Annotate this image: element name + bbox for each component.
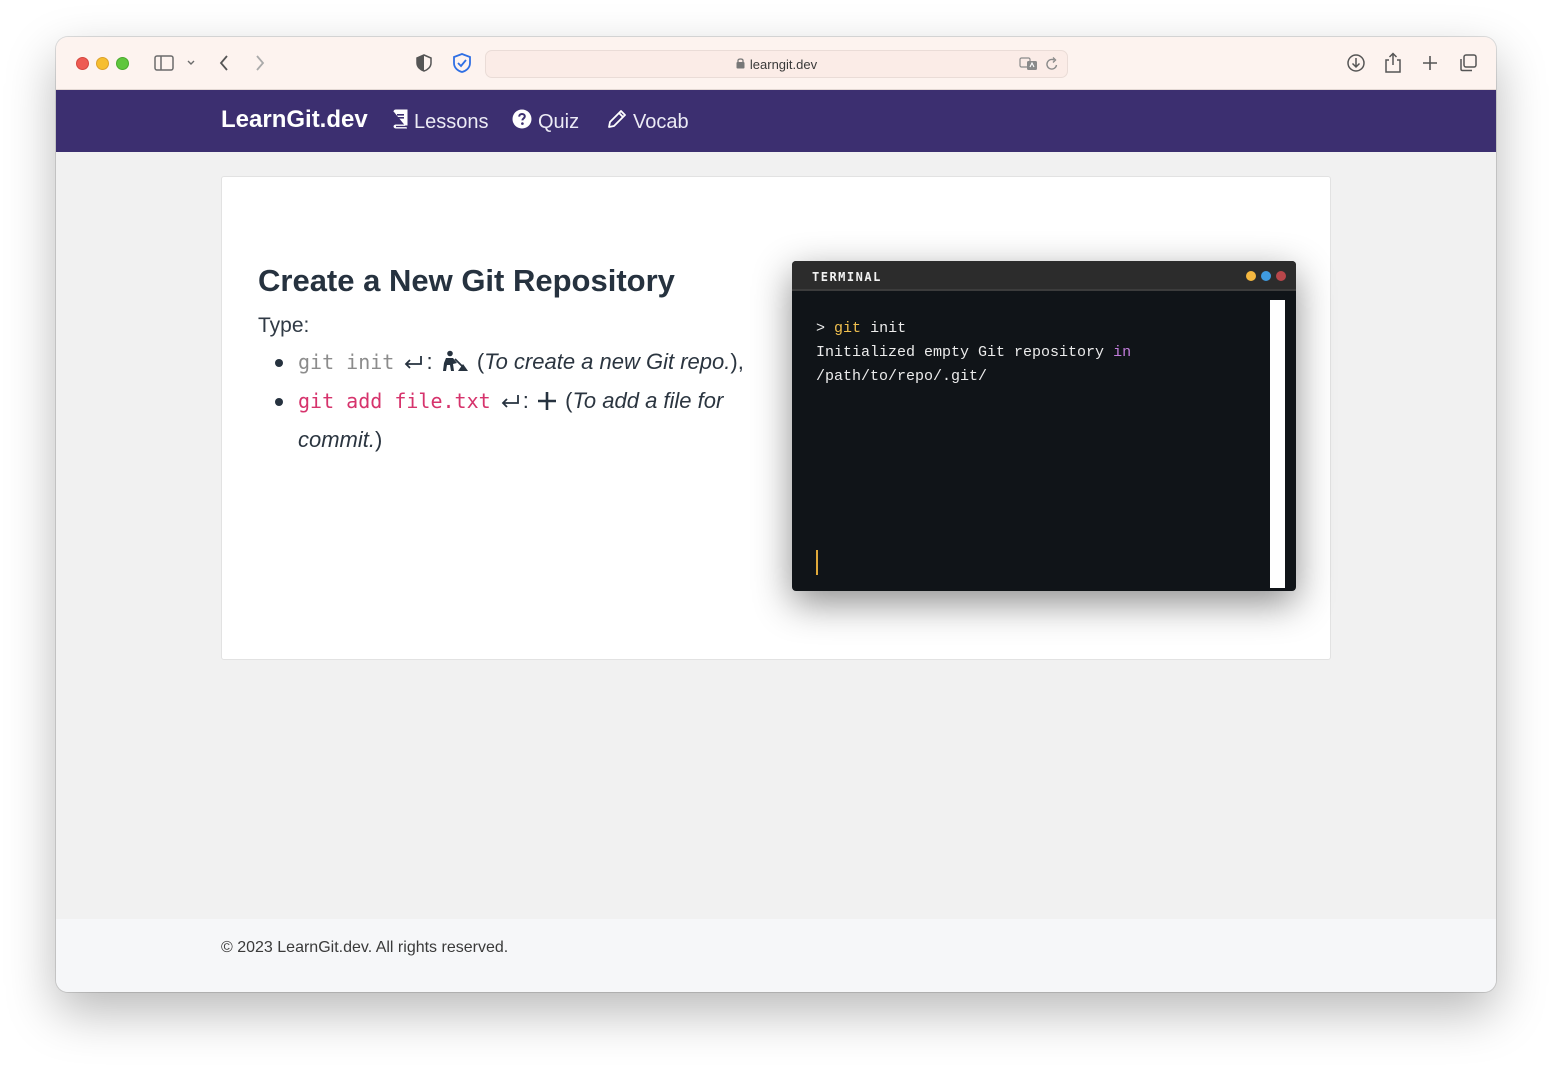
command-text: git init bbox=[298, 350, 395, 374]
address-bar[interactable]: learngit.dev bbox=[485, 50, 1068, 78]
step-suffix: ) bbox=[375, 427, 383, 452]
download-icon[interactable] bbox=[1344, 51, 1368, 75]
terminal-output: > git init Initialized empty Git reposit… bbox=[816, 317, 1256, 389]
separator: : bbox=[426, 349, 433, 374]
nav-item-label: Quiz bbox=[538, 110, 580, 133]
terminal-title: TERMINAL bbox=[812, 270, 882, 284]
nav-item-label: Lessons bbox=[414, 110, 489, 133]
question-circle-icon bbox=[512, 109, 532, 135]
list-item: git init : (To create a new Git repo.), bbox=[258, 344, 768, 383]
bullet bbox=[275, 398, 283, 406]
command-keyword: git bbox=[834, 320, 862, 337]
pencil-icon bbox=[607, 109, 627, 135]
password-manager-icon[interactable] bbox=[452, 51, 472, 75]
lesson-title: Create a New Git Repository bbox=[258, 263, 675, 298]
bullet bbox=[275, 359, 283, 367]
chevron-down-icon[interactable] bbox=[184, 51, 198, 75]
book-icon bbox=[392, 109, 408, 135]
return-key-icon bbox=[499, 386, 521, 422]
reload-icon[interactable] bbox=[1045, 56, 1059, 75]
command-args: init bbox=[870, 320, 907, 337]
terminal-cursor[interactable] bbox=[816, 550, 818, 575]
lock-icon bbox=[736, 57, 745, 72]
command-text: git add file.txt bbox=[298, 389, 491, 413]
url-text: learngit.dev bbox=[749, 56, 818, 72]
privacy-shield-icon[interactable] bbox=[414, 51, 434, 75]
output-text: Initialized empty Git repository bbox=[816, 344, 1105, 361]
close-window-button[interactable] bbox=[76, 57, 89, 70]
return-key-icon bbox=[402, 347, 424, 383]
prompt-symbol: > bbox=[816, 320, 826, 337]
browser-toolbar: learngit.dev bbox=[56, 37, 1496, 90]
lesson-card: Create a New Git Repository Type: git in… bbox=[221, 176, 1331, 660]
back-icon[interactable] bbox=[214, 51, 234, 75]
new-tab-icon[interactable] bbox=[1418, 51, 1442, 75]
digging-person-icon bbox=[441, 347, 469, 383]
site-navbar: LearnGit.dev Lessons Quiz Vocab bbox=[56, 90, 1496, 152]
output-path: /path/to/repo/.git/ bbox=[816, 368, 988, 385]
step-description: To create a new Git repo. bbox=[484, 349, 731, 374]
nav-item-lessons[interactable]: Lessons bbox=[392, 109, 489, 135]
nav-item-vocab[interactable]: Vocab bbox=[607, 109, 689, 135]
step-suffix: ), bbox=[730, 349, 744, 374]
nav-item-quiz[interactable]: Quiz bbox=[512, 109, 579, 135]
terminal-dot-blue bbox=[1261, 271, 1271, 281]
terminal-dot-yellow bbox=[1246, 271, 1256, 281]
plus-icon bbox=[537, 386, 557, 422]
terminal-header: TERMINAL bbox=[792, 261, 1296, 291]
output-keyword: in bbox=[1113, 344, 1132, 361]
zoom-window-button[interactable] bbox=[116, 57, 129, 70]
site-footer: © 2023 LearnGit.dev. All rights reserved… bbox=[56, 919, 1496, 992]
forward-icon[interactable] bbox=[250, 51, 270, 75]
terminal-line: Initialized empty Git repository in bbox=[816, 341, 1256, 365]
tab-overview-icon[interactable] bbox=[1456, 51, 1480, 75]
terminal-scrollbar[interactable] bbox=[1270, 300, 1285, 588]
copyright-text: © 2023 LearnGit.dev. All rights reserved… bbox=[221, 939, 509, 956]
share-icon[interactable] bbox=[1381, 51, 1405, 75]
instruction-list: git init : (To create a new Git repo.), … bbox=[258, 344, 768, 458]
site-brand[interactable]: LearnGit.dev bbox=[221, 106, 368, 134]
minimize-window-button[interactable] bbox=[96, 57, 109, 70]
nav-item-label: Vocab bbox=[633, 110, 689, 133]
terminal-line: /path/to/repo/.git/ bbox=[816, 365, 1256, 389]
type-label: Type: bbox=[258, 314, 310, 337]
translate-icon[interactable] bbox=[1019, 56, 1039, 75]
list-item: git add file.txt : (To add a file for co… bbox=[258, 383, 768, 458]
terminal-dot-red bbox=[1276, 271, 1286, 281]
separator: : bbox=[522, 388, 529, 413]
browser-window: learngit.dev LearnGit.dev Lessons Quiz V… bbox=[56, 37, 1496, 992]
terminal-line: > git init bbox=[816, 317, 1256, 341]
terminal-window[interactable]: TERMINAL > git init Initialized empty Gi… bbox=[792, 261, 1296, 591]
sidebar-toggle-icon[interactable] bbox=[152, 51, 176, 75]
